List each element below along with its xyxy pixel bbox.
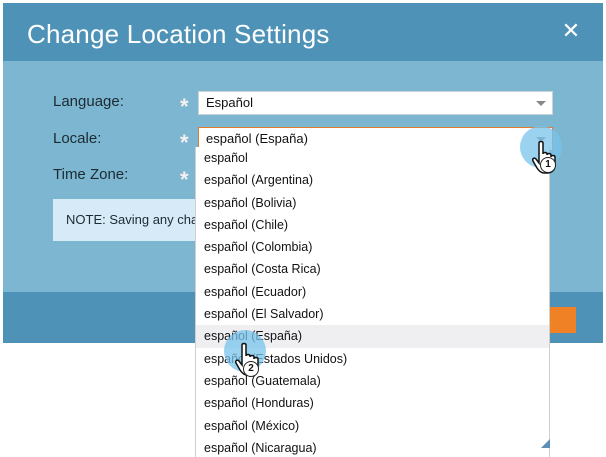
locale-select-value: español (España): [206, 131, 308, 146]
dropdown-option[interactable]: español (Colombia): [196, 236, 549, 258]
dropdown-option[interactable]: español (Chile): [196, 214, 549, 236]
chevron-down-icon: [536, 101, 546, 106]
language-select[interactable]: Español: [198, 91, 553, 115]
dropdown-option[interactable]: español (Bolivia): [196, 192, 549, 214]
dropdown-option[interactable]: español (Ecuador): [196, 281, 549, 303]
required-asterisk-locale: *: [180, 130, 189, 155]
step-badge-2: 2: [243, 361, 259, 377]
required-asterisk-language: *: [180, 94, 189, 119]
required-asterisk-timezone: *: [180, 167, 189, 192]
dropdown-option[interactable]: español (Nicaragua): [196, 437, 549, 457]
dialog-title: Change Location Settings: [27, 19, 330, 49]
language-label: Language:: [53, 93, 124, 110]
language-select-value: Español: [206, 95, 253, 110]
dropdown-option[interactable]: español (México): [196, 415, 549, 437]
note-box: NOTE: Saving any cha: [53, 199, 208, 241]
locale-label: Locale:: [53, 130, 102, 147]
locale-dropdown-list[interactable]: español español (Argentina) español (Bol…: [195, 147, 550, 457]
resize-grip-icon[interactable]: [541, 439, 550, 448]
dropdown-option[interactable]: español: [196, 147, 549, 169]
dropdown-option[interactable]: español (El Salvador): [196, 303, 549, 325]
note-text: NOTE: Saving any cha: [66, 212, 199, 227]
dropdown-option[interactable]: español (Costa Rica): [196, 258, 549, 280]
dialog-header: Change Location Settings ✕: [3, 3, 603, 61]
dropdown-option[interactable]: español (Argentina): [196, 169, 549, 191]
close-icon[interactable]: ✕: [561, 20, 581, 42]
timezone-label: Time Zone:: [53, 166, 129, 183]
dropdown-option[interactable]: español (Honduras): [196, 392, 549, 414]
step-badge-1: 1: [540, 157, 556, 173]
save-button[interactable]: [549, 307, 576, 333]
